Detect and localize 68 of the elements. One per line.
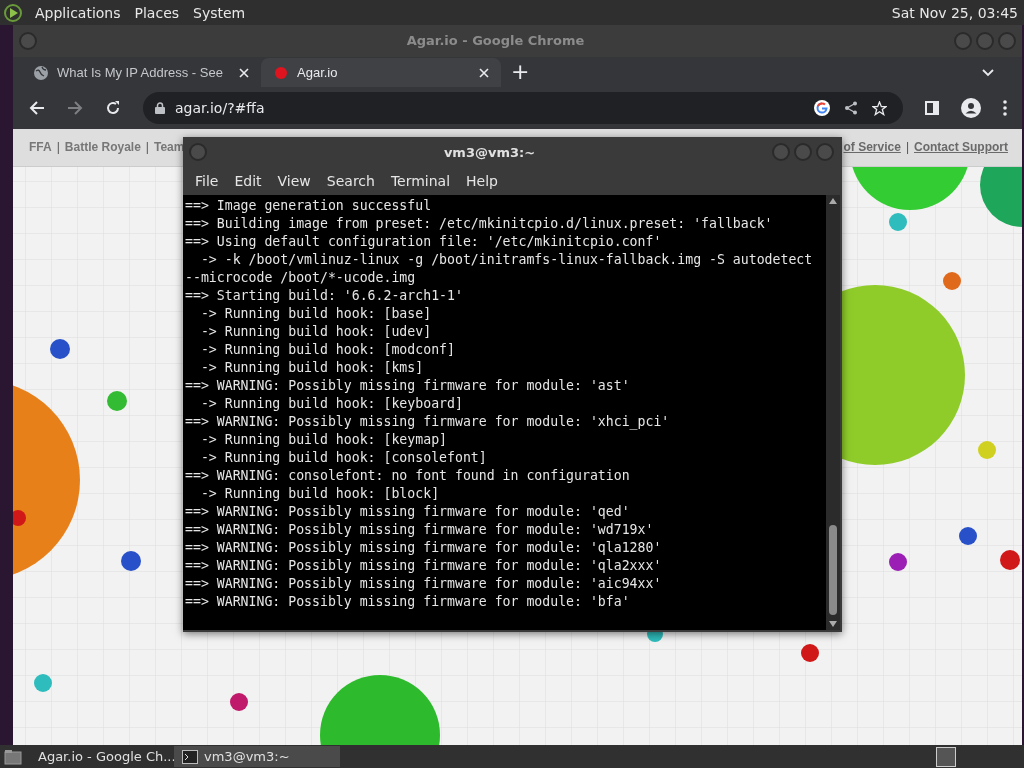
lock-icon [155, 102, 165, 115]
close-icon[interactable] [479, 67, 489, 78]
browser-tab[interactable]: What Is My IP Address - See [21, 58, 261, 88]
star-icon[interactable] [872, 100, 887, 116]
terminal-line: ==> WARNING: Possibly missing firmware for module: 'qla1280' [185, 539, 663, 557]
menu-item[interactable]: Help [460, 173, 504, 189]
terminal-line: ==> Starting build: '6.6.2-arch1-1' [185, 287, 464, 305]
separator: | [56, 140, 60, 155]
scroll-down-icon[interactable] [829, 621, 837, 627]
window-title: vm3@vm3:~ [443, 144, 536, 160]
close-icon[interactable] [239, 67, 249, 78]
google-g-icon[interactable] [814, 100, 830, 117]
terminal-line: ==> WARNING: Possibly missing firmware for module: 'wd719x' [185, 521, 655, 539]
scroll-up-icon[interactable] [829, 198, 837, 204]
terminal-line: ==> Using default configuration file: '/etc/mkinitcpio.conf' [185, 233, 663, 251]
workspace-switcher[interactable] [936, 746, 956, 767]
browser-tab[interactable]: Agar.io [261, 58, 501, 88]
play-logo-icon[interactable] [3, 2, 23, 23]
terminal-line: -> Running build hook: [modconf] [199, 341, 456, 359]
menu-item[interactable]: File [189, 173, 225, 189]
new-tab-button[interactable]: + [501, 58, 540, 88]
nav-link[interactable]: of Service [843, 140, 901, 155]
terminal-line: ==> WARNING: Possibly missing firmware for module: 'bfa' [185, 593, 631, 611]
terminal-line: -> Running build hook: [consolefont] [199, 449, 488, 467]
menu-item[interactable]: Terminal [384, 173, 457, 189]
clock[interactable]: Sat Nov 25, 03:45 [891, 4, 1018, 21]
window-title: Agar.io - Google Chrome [406, 33, 585, 49]
terminal-line: -> Running build hook: [keymap] [199, 431, 448, 449]
separator: | [905, 140, 909, 155]
terminal-line: --microcode /boot/*-ucode.img [185, 269, 417, 287]
address-bar[interactable]: agar.io/?#ffa [143, 92, 903, 125]
terminal-line: ==> Image generation successful [185, 197, 433, 215]
terminal-line: ==> WARNING: Possibly missing firmware for module: 'qed' [185, 503, 631, 521]
terminal-icon [182, 749, 198, 764]
terminal-line: -> Running build hook: [block] [199, 485, 441, 503]
globe-icon [33, 64, 49, 81]
terminal-line: -> Running build hook: [kms] [199, 359, 425, 377]
profile-icon[interactable] [961, 98, 981, 119]
chevron-down-icon[interactable] [982, 69, 994, 78]
scrollbar[interactable] [826, 195, 840, 630]
menu-item[interactable]: View [271, 173, 317, 189]
terminal-line: ==> WARNING: Possibly missing firmware for module: 'qla2xxx' [185, 557, 663, 575]
taskbar-button[interactable]: vm3@vm3:~ [174, 746, 340, 767]
panel-menu[interactable]: Places [132, 4, 182, 21]
reload-icon[interactable] [105, 100, 121, 117]
panel-menu[interactable]: Applications [33, 4, 123, 21]
more-menu-icon[interactable] [1003, 100, 1007, 117]
terminal-line: -> Running build hook: [udev] [199, 323, 433, 341]
menu-item[interactable]: Search [320, 173, 381, 189]
terminal-line: -> -k /boot/vmlinuz-linux -g /boot/initramfs-linux-fallback.img -S autodetect [199, 251, 814, 269]
menu-item[interactable]: Edit [228, 173, 268, 189]
terminal-line: ==> WARNING: Possibly missing firmware for module: 'ast' [185, 377, 631, 395]
separator: | [145, 140, 149, 155]
side-panel-icon[interactable] [925, 101, 939, 116]
back-arrow-icon[interactable] [29, 100, 45, 117]
favicon-dot-icon [273, 64, 289, 81]
nav-link[interactable]: Contact Support [914, 140, 1008, 155]
panel-menu[interactable]: System [191, 4, 248, 21]
scroll-thumb[interactable] [829, 525, 837, 615]
terminal-line: -> Running build hook: [keyboard] [199, 395, 464, 413]
share-icon[interactable] [844, 101, 858, 116]
terminal-line: ==> Building image from preset: /etc/mkinitcpio.d/linux.preset: 'fallback' [185, 215, 774, 233]
terminal-line: ==> WARNING: Possibly missing firmware for module: 'xhci_pci' [185, 413, 671, 431]
terminal-line: ==> WARNING: Possibly missing firmware for module: 'aic94xx' [185, 575, 663, 593]
terminal-line: -> Running build hook: [base] [199, 305, 433, 323]
forward-arrow-icon[interactable] [67, 100, 83, 117]
taskbar-button[interactable]: Agar.io - Google Ch... [24, 746, 172, 767]
terminal-line: ==> WARNING: consolefont: no font found in configuration [185, 467, 631, 485]
